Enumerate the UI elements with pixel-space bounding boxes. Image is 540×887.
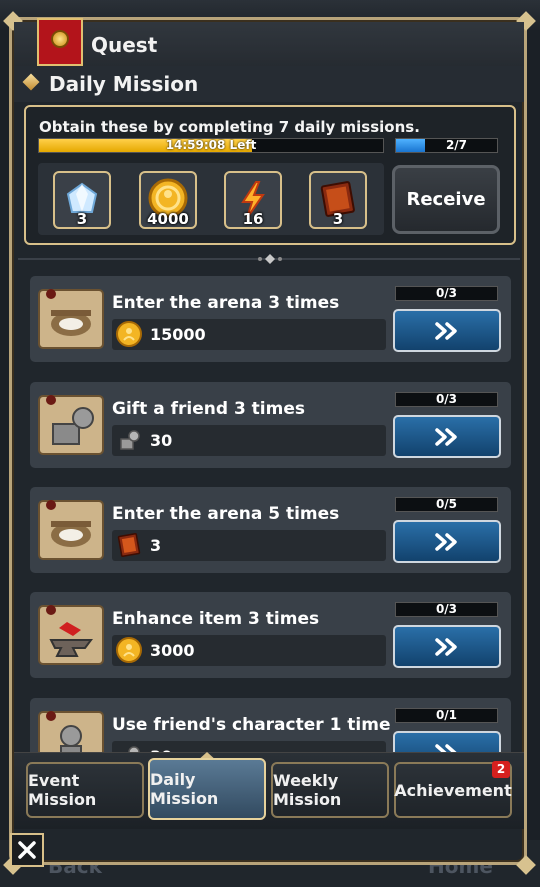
reward-item-energy[interactable]: 16	[224, 171, 282, 229]
mission-reward: 30	[112, 425, 386, 456]
tab-event-mission[interactable]: Event Mission	[26, 762, 144, 818]
mission-row: Enhance item 3 times 3000 0/3	[30, 592, 511, 678]
mission-progress: 0/3	[395, 286, 498, 301]
double-chevron-right-icon	[435, 637, 457, 656]
reward-count: 3	[332, 210, 344, 228]
mission-title: Enhance item 3 times	[112, 609, 320, 629]
timer-bar: 14:59:08 Left	[38, 138, 384, 153]
mission-progress: 0/3	[395, 392, 498, 407]
double-chevron-right-icon	[435, 427, 457, 446]
receive-button[interactable]: Receive	[392, 165, 500, 234]
mission-row: Enter the arena 3 times 15000 0/3	[30, 276, 511, 362]
mission-progress: 0/3	[395, 602, 498, 617]
close-button[interactable]	[10, 833, 44, 867]
reward-item-gold[interactable]: 4000	[139, 171, 197, 229]
mission-reward-amount: 3	[150, 536, 162, 555]
reward-item-scroll[interactable]: 3	[309, 171, 367, 229]
close-icon	[18, 841, 36, 859]
reward-item-diamond[interactable]: 3	[53, 171, 111, 229]
mission-reward-amount: 30	[150, 431, 173, 450]
mission-title: Gift a friend 3 times	[112, 399, 306, 419]
go-to-mission-button[interactable]	[393, 309, 501, 352]
reward-description: Obtain these by completing 7 daily missi…	[39, 118, 420, 136]
double-chevron-right-icon	[435, 321, 457, 340]
double-chevron-right-icon	[435, 532, 457, 551]
mission-progress: 0/1	[395, 708, 498, 723]
mission-reward-amount: 3000	[150, 641, 195, 660]
go-to-mission-button[interactable]	[393, 415, 501, 458]
mission-title: Enter the arena 3 times	[112, 293, 340, 313]
daily-progress-text: 2/7	[445, 138, 468, 152]
go-to-mission-button[interactable]	[393, 625, 501, 668]
mission-reward: 3	[112, 530, 386, 561]
window-title: Quest	[91, 33, 158, 57]
medal-icon	[37, 18, 83, 76]
mission-row: Gift a friend 3 times 30 0/3	[30, 382, 511, 468]
tab-daily-mission[interactable]: Daily Mission	[148, 758, 266, 820]
reward-count: 4000	[147, 210, 189, 228]
section-title: Daily Mission	[49, 72, 199, 96]
timer-text: 14:59:08 Left	[165, 138, 257, 152]
mission-row: Enter the arena 5 times 3 0/5	[30, 487, 511, 573]
daily-progress-bar: 2/7	[395, 138, 498, 153]
reward-count: 3	[76, 210, 88, 228]
mission-progress: 0/5	[395, 497, 498, 512]
reward-count: 16	[242, 210, 264, 228]
mission-title: Use friend's character 1 time	[112, 715, 391, 735]
go-to-mission-button[interactable]	[393, 520, 501, 563]
mission-reward: 15000	[112, 319, 386, 350]
mission-title: Enter the arena 5 times	[112, 504, 340, 524]
tab-weekly-mission[interactable]: Weekly Mission	[271, 762, 389, 818]
mission-reward: 3000	[112, 635, 386, 666]
mission-reward-amount: 15000	[150, 325, 206, 344]
achievement-badge: 2	[492, 761, 510, 778]
